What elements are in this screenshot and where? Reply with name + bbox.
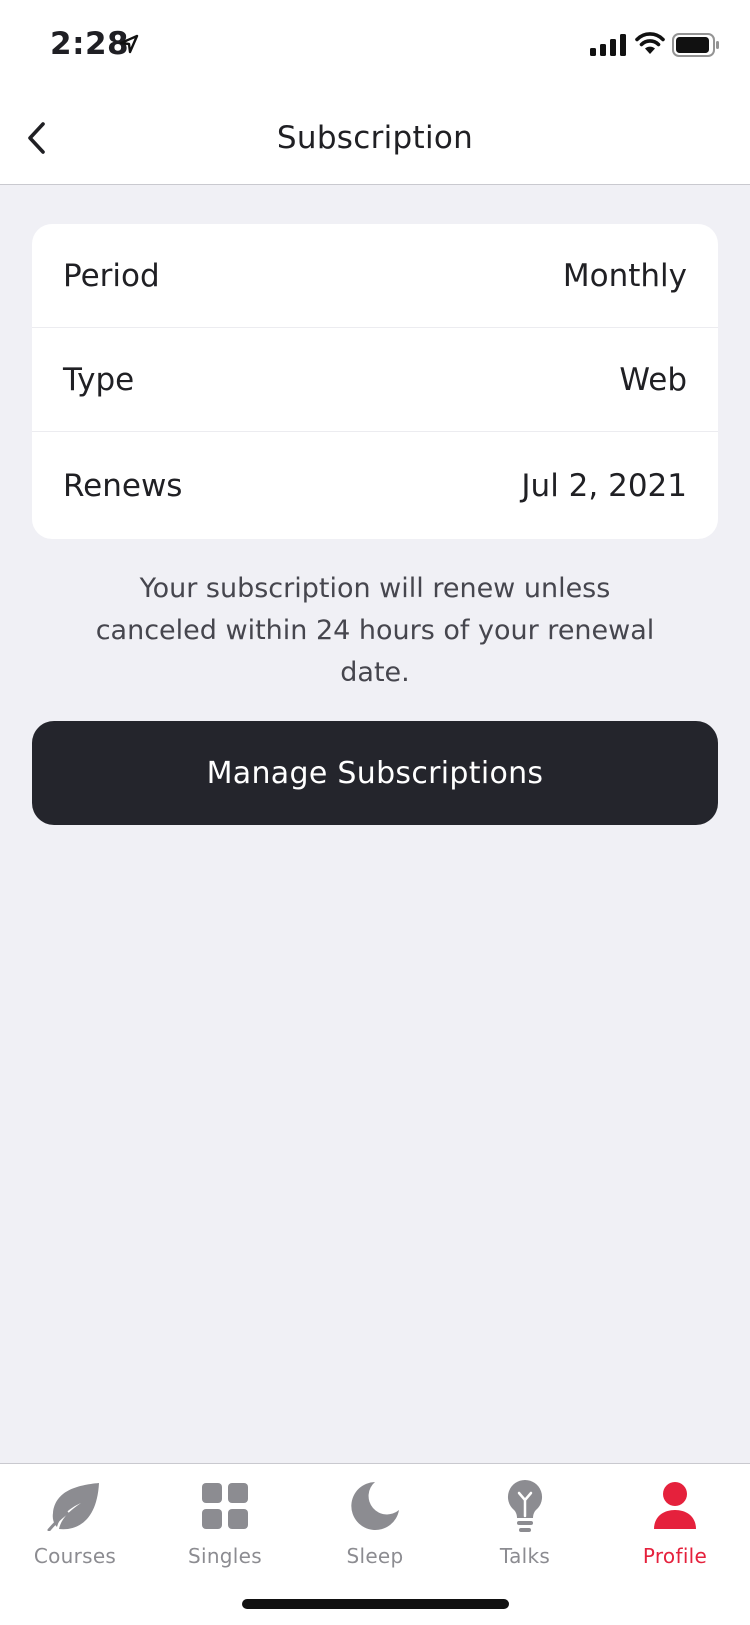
lightbulb-icon bbox=[497, 1478, 553, 1534]
detail-label: Renews bbox=[63, 467, 183, 504]
status-bar: 2:28 bbox=[0, 0, 750, 92]
page-title: Subscription bbox=[276, 120, 474, 156]
tab-label: Profile bbox=[642, 1544, 708, 1568]
detail-row-type: Type Web bbox=[32, 328, 718, 432]
person-icon bbox=[647, 1478, 703, 1534]
tab-label: Courses bbox=[33, 1544, 117, 1568]
tab-talks[interactable]: Talks bbox=[450, 1478, 600, 1568]
detail-value: Jul 2, 2021 bbox=[521, 467, 687, 504]
tab-label: Sleep bbox=[346, 1544, 404, 1568]
detail-value: Web bbox=[619, 361, 687, 398]
status-time: 2:28 bbox=[50, 26, 130, 62]
renewal-note: Your subscription will renew unless canc… bbox=[95, 573, 655, 688]
detail-label: Period bbox=[63, 257, 160, 294]
grid-icon bbox=[197, 1478, 253, 1534]
cellular-signal-icon bbox=[590, 34, 626, 60]
moon-icon bbox=[347, 1478, 403, 1534]
detail-value: Monthly bbox=[562, 257, 687, 294]
tab-courses[interactable]: Courses bbox=[0, 1478, 150, 1568]
detail-label: Type bbox=[63, 361, 135, 398]
detail-row-renews: Renews Jul 2, 2021 bbox=[32, 432, 718, 539]
battery-icon bbox=[672, 33, 720, 61]
tab-singles[interactable]: Singles bbox=[150, 1478, 300, 1568]
tab-profile[interactable]: Profile bbox=[600, 1478, 750, 1568]
subscription-details-card: Period Monthly Type Web Renews Jul 2, 20… bbox=[32, 224, 718, 539]
home-indicator[interactable] bbox=[242, 1599, 509, 1609]
manage-subscriptions-button[interactable]: Manage Subscriptions bbox=[32, 721, 718, 825]
tab-label: Talks bbox=[499, 1544, 551, 1568]
tab-bar: Courses Singles Sleep Talks Profile bbox=[0, 1463, 750, 1625]
navigation-bar: Subscription bbox=[0, 92, 750, 185]
tab-sleep[interactable]: Sleep bbox=[300, 1478, 450, 1568]
detail-row-period: Period Monthly bbox=[32, 224, 718, 328]
leaf-icon bbox=[47, 1478, 103, 1534]
location-arrow-icon bbox=[119, 34, 139, 58]
wifi-icon bbox=[635, 32, 665, 60]
tab-label: Singles bbox=[187, 1544, 262, 1568]
